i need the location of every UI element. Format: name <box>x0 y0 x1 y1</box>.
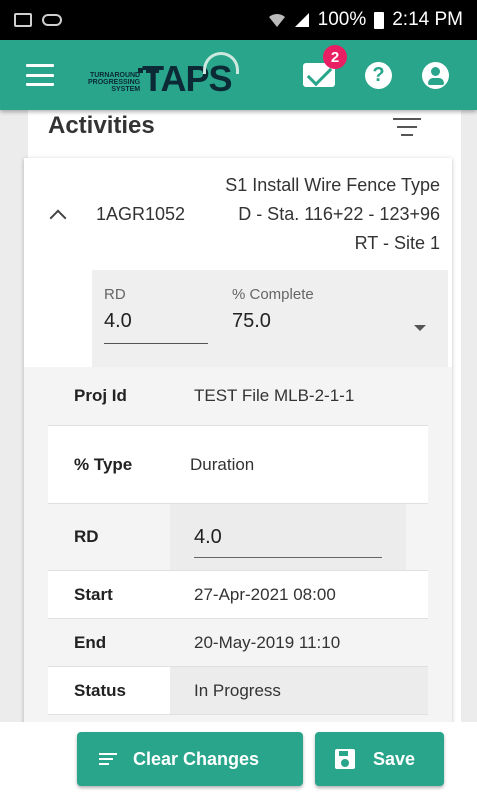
rd-label: RD <box>104 286 126 303</box>
account-icon[interactable] <box>422 61 449 89</box>
activity-details: Proj Id TEST File MLB-2-1-1 % Type Durat… <box>24 367 452 722</box>
status-bar: 100% 2:14 PM <box>0 0 477 40</box>
battery-icon <box>374 11 385 29</box>
detail-value: 27-Apr-2021 08:00 <box>194 584 336 604</box>
activity-description: S1 Install Wire Fence Type D - Sta. 116+… <box>225 174 440 253</box>
bottom-action-bar: Clear Changes Save <box>0 722 477 799</box>
save-icon <box>335 749 355 769</box>
rd-progress-row: RD 4.0 % Complete 75.0 <box>92 270 448 367</box>
detail-row-proj-id: Proj Id TEST File MLB-2-1-1 <box>48 367 428 426</box>
app-bar: TURNAROUND PROGRESSING SYSTEM TAPS 2 ? <box>0 40 477 110</box>
pct-complete-select[interactable]: 75.0 <box>232 310 271 333</box>
logo-subtitle: TURNAROUND PROGRESSING SYSTEM <box>88 72 141 93</box>
pct-complete-label: % Complete <box>232 286 314 303</box>
chevron-up-icon[interactable] <box>49 209 67 227</box>
detail-value: In Progress <box>170 667 428 714</box>
content-area: Activities 1AGR1052 S1 Install Wire Fenc… <box>0 110 477 722</box>
status-right: 100% 2:14 PM <box>268 9 463 31</box>
rd-detail-input[interactable]: 4.0 <box>170 504 406 570</box>
dropdown-caret-icon[interactable] <box>414 325 426 331</box>
detail-label: Start <box>74 584 113 604</box>
detail-row-end: End 20-May-2019 11:10 <box>48 619 428 667</box>
detail-label: Proj Id <box>74 386 127 405</box>
save-label: Save <box>373 748 416 769</box>
detail-row-pct-type: % Type Duration <box>48 426 428 504</box>
help-icon[interactable]: ? <box>365 61 392 89</box>
voicemail-icon <box>42 14 62 26</box>
detail-label: % Type <box>74 454 133 474</box>
detail-label: End <box>74 632 107 652</box>
image-icon <box>14 13 32 27</box>
detail-value: TEST File MLB-2-1-1 <box>194 386 355 405</box>
menu-icon[interactable] <box>26 64 54 86</box>
detail-row-start: Start 27-Apr-2021 08:00 <box>48 571 428 619</box>
mail-icon[interactable]: 2 <box>303 45 347 87</box>
detail-value: Duration <box>190 454 255 474</box>
clear-changes-label: Clear Changes <box>133 748 260 769</box>
detail-label: Status <box>74 680 126 700</box>
filter-icon[interactable] <box>393 118 421 136</box>
detail-row-status: Status In Progress <box>48 667 428 715</box>
detail-value: 20-May-2019 11:10 <box>194 632 341 652</box>
clock: 2:14 PM <box>392 9 463 30</box>
activity-header[interactable]: 1AGR1052 S1 Install Wire Fence Type D - … <box>24 158 452 270</box>
list-icon <box>99 753 117 765</box>
mail-badge: 2 <box>323 45 347 69</box>
page-title: Activities <box>48 112 155 139</box>
activity-id: 1AGR1052 <box>96 203 186 224</box>
rd-input[interactable]: 4.0 <box>104 308 208 344</box>
signal-icon <box>294 13 309 27</box>
detail-label: RD <box>74 527 99 546</box>
status-left-icons <box>14 13 62 27</box>
save-button[interactable]: Save <box>315 732 444 786</box>
clear-changes-button[interactable]: Clear Changes <box>77 732 303 786</box>
wifi-icon <box>268 13 285 27</box>
activity-card: 1AGR1052 S1 Install Wire Fence Type D - … <box>24 158 452 722</box>
battery-percent: 100% <box>317 9 367 30</box>
taps-logo: TURNAROUND PROGRESSING SYSTEM TAPS <box>88 52 240 98</box>
detail-row-rd: RD 4.0 <box>48 504 428 571</box>
activities-panel: Activities 1AGR1052 S1 Install Wire Fenc… <box>24 110 461 722</box>
